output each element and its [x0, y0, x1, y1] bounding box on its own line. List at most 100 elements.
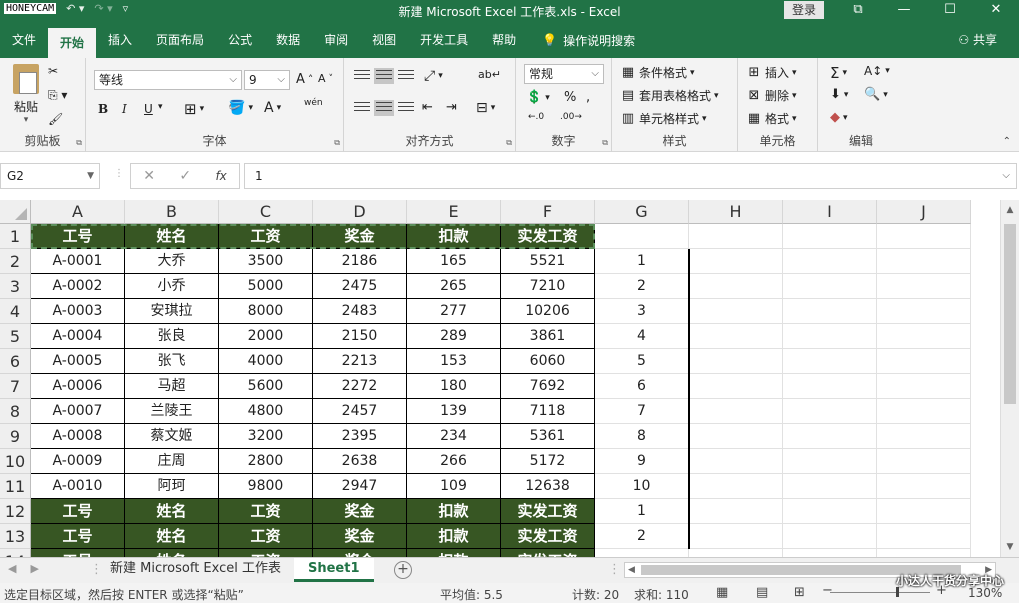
- table-cell[interactable]: 153: [407, 349, 501, 374]
- normal-view-icon[interactable]: ▦: [716, 585, 728, 600]
- table-cell[interactable]: [783, 474, 877, 499]
- table-cell[interactable]: 4800: [219, 399, 313, 424]
- formula-input[interactable]: 1 ⌵: [244, 163, 1017, 189]
- font-color-icon[interactable]: A ▾: [264, 100, 281, 116]
- row-header[interactable]: 2: [0, 249, 31, 274]
- table-cell[interactable]: 工资: [219, 499, 313, 524]
- page-break-view-icon[interactable]: ⊞: [794, 585, 805, 600]
- table-cell[interactable]: 蔡文姬: [125, 424, 219, 449]
- table-cell[interactable]: [877, 374, 971, 399]
- align-bottom-icon[interactable]: [398, 70, 414, 82]
- align-left-icon[interactable]: [354, 102, 370, 114]
- table-cell[interactable]: 2800: [219, 449, 313, 474]
- increase-indent-icon[interactable]: ⇥: [446, 100, 457, 115]
- table-cell[interactable]: [877, 349, 971, 374]
- table-cell[interactable]: 2: [595, 524, 689, 549]
- table-cell[interactable]: 10206: [501, 299, 595, 324]
- align-middle-icon[interactable]: [374, 68, 394, 84]
- tell-me-search[interactable]: 💡 操作说明搜索: [528, 32, 635, 49]
- table-cell[interactable]: 8: [595, 424, 689, 449]
- row-header[interactable]: 12: [0, 499, 31, 524]
- table-cell[interactable]: [877, 274, 971, 299]
- sheet-tab-workbook[interactable]: 新建 Microsoft Excel 工作表: [96, 558, 295, 582]
- table-cell[interactable]: [689, 349, 783, 374]
- decrease-indent-icon[interactable]: ⇤: [422, 100, 433, 115]
- vertical-scrollbar[interactable]: ▲ ▼: [1000, 200, 1019, 557]
- table-cell[interactable]: 7210: [501, 274, 595, 299]
- tab-review[interactable]: 审阅: [312, 22, 360, 58]
- table-cell[interactable]: 1: [595, 249, 689, 274]
- table-cell[interactable]: 庄周: [125, 449, 219, 474]
- table-cell[interactable]: 姓名: [125, 224, 219, 249]
- table-cell[interactable]: [689, 324, 783, 349]
- decrease-font-icon[interactable]: A ˅: [318, 72, 333, 85]
- alignment-launcher-icon[interactable]: ⧉: [506, 138, 512, 148]
- orientation-icon[interactable]: ⤢ ▾: [424, 68, 443, 84]
- copy-icon[interactable]: ⎘ ▾: [48, 88, 67, 103]
- table-cell[interactable]: 奖金: [313, 224, 407, 249]
- ribbon-display-options-icon[interactable]: ⧉: [835, 0, 881, 22]
- table-cell[interactable]: [783, 374, 877, 399]
- underline-dropdown-icon[interactable]: ▾: [158, 102, 163, 112]
- enter-icon[interactable]: ✓: [179, 168, 191, 184]
- table-cell[interactable]: [783, 524, 877, 549]
- align-top-icon[interactable]: [354, 70, 370, 82]
- table-cell[interactable]: 奖金: [313, 524, 407, 549]
- table-cell[interactable]: 7118: [501, 399, 595, 424]
- table-cell[interactable]: 139: [407, 399, 501, 424]
- table-cell[interactable]: 2213: [313, 349, 407, 374]
- tab-formulas[interactable]: 公式: [216, 22, 264, 58]
- table-cell[interactable]: [877, 549, 971, 557]
- table-cell[interactable]: A-0006: [31, 374, 125, 399]
- table-cell[interactable]: 10: [595, 474, 689, 499]
- table-cell[interactable]: A-0008: [31, 424, 125, 449]
- number-format-select[interactable]: 常规 ⌵: [524, 64, 604, 84]
- table-cell[interactable]: 兰陵王: [125, 399, 219, 424]
- table-cell[interactable]: 工号: [31, 549, 125, 557]
- table-cell[interactable]: [689, 474, 783, 499]
- table-cell[interactable]: 工资: [219, 524, 313, 549]
- table-cell[interactable]: 5000: [219, 274, 313, 299]
- underline-button[interactable]: U: [144, 102, 153, 116]
- column-header[interactable]: B: [125, 200, 219, 224]
- tab-insert[interactable]: 插入: [96, 22, 144, 58]
- name-box[interactable]: G2 ▼: [0, 163, 100, 189]
- next-sheet-icon[interactable]: ▶: [30, 562, 38, 575]
- table-cell[interactable]: A-0003: [31, 299, 125, 324]
- expand-formula-icon[interactable]: ⌵: [1002, 164, 1010, 188]
- conditional-formatting-button[interactable]: ▦ 条件格式 ▾: [620, 64, 695, 81]
- cell-styles-button[interactable]: ▥ 单元格样式 ▾: [620, 110, 707, 127]
- table-cell[interactable]: 109: [407, 474, 501, 499]
- table-cell[interactable]: 1: [595, 499, 689, 524]
- column-header[interactable]: H: [689, 200, 783, 224]
- table-cell[interactable]: 扣款: [407, 549, 501, 557]
- table-cell[interactable]: [877, 449, 971, 474]
- font-size-select[interactable]: 9 ⌵: [244, 70, 290, 90]
- fill-icon[interactable]: ⬇ ▾: [830, 87, 848, 102]
- table-cell[interactable]: 12638: [501, 474, 595, 499]
- table-cell[interactable]: 姓名: [125, 549, 219, 557]
- autosum-icon[interactable]: Σ ▾: [830, 64, 847, 82]
- table-cell[interactable]: [877, 224, 971, 249]
- scroll-up-icon[interactable]: ▲: [1001, 200, 1019, 220]
- zoom-out-icon[interactable]: −: [822, 583, 833, 598]
- table-cell[interactable]: [689, 224, 783, 249]
- table-cell[interactable]: 2638: [313, 449, 407, 474]
- find-select-icon[interactable]: 🔍 ▾: [864, 87, 888, 102]
- table-cell[interactable]: 张飞: [125, 349, 219, 374]
- table-cell[interactable]: 3861: [501, 324, 595, 349]
- table-cell[interactable]: 6060: [501, 349, 595, 374]
- scroll-thumb[interactable]: [1004, 224, 1016, 404]
- sort-filter-icon[interactable]: A↕ ▾: [864, 64, 890, 78]
- table-cell[interactable]: 2186: [313, 249, 407, 274]
- table-cell[interactable]: 2000: [219, 324, 313, 349]
- column-header[interactable]: C: [219, 200, 313, 224]
- table-cell[interactable]: 马超: [125, 374, 219, 399]
- row-header[interactable]: 1: [0, 224, 31, 249]
- font-name-select[interactable]: 等线 ⌵: [94, 70, 242, 90]
- italic-button[interactable]: I: [122, 102, 127, 116]
- row-header[interactable]: 11: [0, 474, 31, 499]
- zoom-slider[interactable]: [830, 587, 930, 597]
- table-cell[interactable]: 4: [595, 324, 689, 349]
- table-cell[interactable]: A-0001: [31, 249, 125, 274]
